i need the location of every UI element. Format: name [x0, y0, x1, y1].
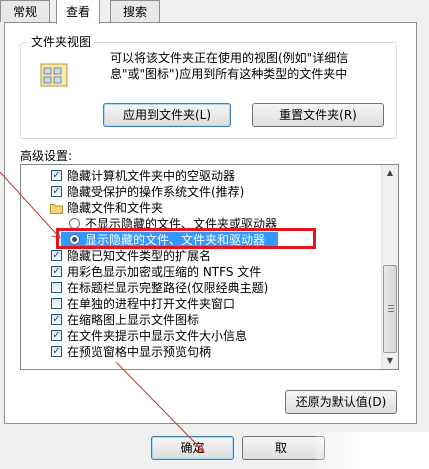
tab-general[interactable]: 常规 — [0, 0, 50, 22]
apply-to-folders-button[interactable]: 应用到文件夹(L) — [103, 103, 231, 127]
tab-view[interactable]: 查看 — [56, 0, 100, 24]
highlight-annotation-box — [56, 228, 316, 249]
tab-general-label: 常规 — [12, 5, 37, 19]
list-item-label: 在预览窗格中显示预览句柄 — [67, 345, 212, 359]
checkbox[interactable]: ✓ — [51, 330, 62, 341]
list-item-label: 在单独的进程中打开文件夹窗口 — [67, 297, 236, 311]
tab-search-label: 搜索 — [122, 5, 147, 19]
checkbox[interactable]: ✓ — [51, 186, 62, 197]
folder-icon — [50, 204, 63, 214]
folder-view-description: 可以将该文件夹正在使用的视图(例如"详细信息"或"图标")应用到所有这种类型的文… — [110, 51, 349, 81]
checkbox[interactable] — [51, 282, 62, 293]
restore-defaults-button[interactable]: 还原为默认值(D) — [285, 390, 397, 414]
scroll-up-icon[interactable]: ▲ — [382, 165, 398, 181]
list-item-label: 在缩略图上显示文件图标 — [67, 313, 200, 327]
scroll-down-icon[interactable]: ▼ — [382, 353, 398, 369]
checkbox[interactable]: ✓ — [51, 314, 62, 325]
advanced-settings-list[interactable]: ✓ 隐藏计算机文件夹中的空驱动器 ✓ 隐藏受保护的操作系统文件(推荐) 隐藏文件… — [20, 164, 399, 370]
ok-button[interactable]: 确定 — [151, 436, 234, 460]
checkbox[interactable]: ✓ — [51, 170, 62, 181]
tab-search[interactable]: 搜索 — [110, 0, 160, 22]
tab-view-label: 查看 — [65, 5, 90, 19]
cancel-button[interactable]: 取 — [242, 436, 325, 460]
vertical-scrollbar[interactable]: ▲ ▼ — [381, 165, 398, 369]
reset-folders-button[interactable]: 重置文件夹(R) — [252, 103, 384, 127]
watermark-overlay — [316, 432, 429, 469]
advanced-settings-label: 高级设置: — [20, 149, 73, 163]
checkbox[interactable] — [51, 298, 62, 309]
folder-view-title: 文件夹视图 — [28, 33, 95, 50]
list-item-label: 隐藏已知文件类型的扩展名 — [67, 249, 212, 263]
checkbox[interactable]: ✓ — [51, 346, 62, 357]
list-item-label: 用彩色显示加密或压缩的 NTFS 文件 — [67, 265, 262, 279]
scroll-thumb[interactable] — [383, 265, 397, 353]
checkbox[interactable]: ✓ — [51, 266, 62, 277]
checkbox[interactable]: ✓ — [51, 250, 62, 261]
folder-options-icon — [40, 63, 68, 87]
list-item-label: 隐藏受保护的操作系统文件(推荐) — [67, 185, 245, 199]
list-item-label: 隐藏计算机文件夹中的空驱动器 — [67, 169, 236, 183]
list-item-label: 隐藏文件和文件夹 — [67, 201, 164, 215]
list-item-label: 在标题栏显示完整路径(仅限经典主题) — [67, 281, 269, 295]
list-item-label: 在文件夹提示中显示文件大小信息 — [67, 329, 248, 343]
